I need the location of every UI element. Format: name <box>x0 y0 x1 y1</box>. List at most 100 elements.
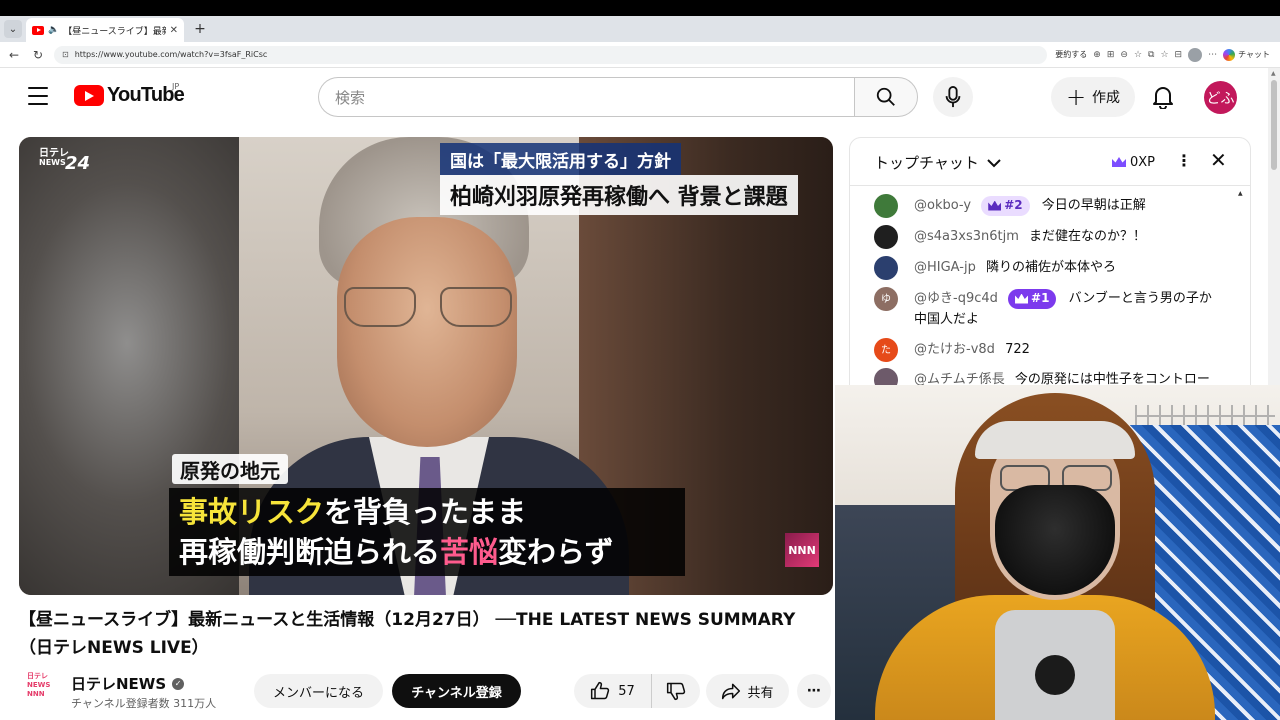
favorites-list-icon[interactable]: ☆ <box>1160 50 1168 60</box>
back-arrow-icon[interactable]: ← <box>6 47 22 63</box>
video-title: 【昼ニュースライブ】最新ニュースと生活情報（12月27日） ──THE LATE… <box>19 610 796 658</box>
chat-scroll-up-icon[interactable]: ▲ <box>1238 190 1243 197</box>
verified-check-icon: ✓ <box>172 677 185 690</box>
crown-icon <box>988 200 1002 211</box>
video-player[interactable]: 日テレ NEWS 24 国は「最大限活用する」方針 柏崎刈羽原発再稼働へ 背景と… <box>19 137 833 595</box>
caption-line1-rest: を背負ったまま <box>324 495 527 529</box>
copilot-chat-label: チャット <box>1238 50 1270 59</box>
favorite-star-icon[interactable]: ☆ <box>1134 50 1142 60</box>
share-label: 共有 <box>747 685 774 701</box>
chat-message[interactable]: @HIGA-jp 隣りの補佐が本体やろ <box>874 256 1214 280</box>
chat-author-name[interactable]: @ゆき-q9c4d <box>914 291 998 306</box>
close-icon[interactable]: ✕ <box>170 25 178 36</box>
caption-top-line2: 柏崎刈羽原発再稼働へ 背景と課題 <box>440 175 798 215</box>
copilot-icon <box>1223 48 1236 61</box>
chat-author-name[interactable]: @okbo-y <box>914 198 971 213</box>
caption-line2-start: 再稼働判断迫られる <box>179 535 441 569</box>
notifications-button[interactable] <box>1143 77 1183 117</box>
extensions-icon[interactable]: ⧉ <box>1148 50 1154 60</box>
chat-message-text: まだ健在なのか？！ <box>1029 229 1147 244</box>
chat-message[interactable]: た @たけお-v8d 722 <box>874 338 1214 362</box>
chat-author-name[interactable]: @s4a3xs3n6tjm <box>914 229 1019 244</box>
translate-icon[interactable]: ⊕ <box>1093 50 1101 60</box>
address-bar-actions: 要約する ⊕ ⊞ ⊖ ☆ ⧉ ☆ ⊟ ⋯ チャット <box>1055 47 1274 62</box>
chat-author-avatar[interactable] <box>874 256 898 280</box>
join-membership-button[interactable]: メンバーになる <box>254 674 383 708</box>
chat-author-avatar[interactable] <box>874 225 898 249</box>
read-mode-icon[interactable]: ⊞ <box>1107 50 1115 60</box>
channel-avatar[interactable]: 日テレ NEWS NNN <box>27 672 50 706</box>
browser-tab-strip: ⌄ 🔈 【昼ニュースライブ】最新ニュースと生 ✕ + <box>0 16 1280 42</box>
masthead: YouTube JP 検索 + 作成 どふ <box>0 68 1270 126</box>
speaker-icon[interactable]: 🔈 <box>48 25 59 35</box>
summarize-button[interactable]: 要約する <box>1055 49 1087 60</box>
like-dislike-group: 57 <box>574 674 700 708</box>
tab-list-button[interactable]: ⌄ <box>4 20 22 38</box>
scroll-up-icon[interactable]: ▲ <box>1271 70 1276 77</box>
url-field[interactable]: ⊡ https://www.youtube.com/watch?v=3fsaF_… <box>54 45 1048 64</box>
search-bar: 検索 <box>318 77 918 117</box>
chat-message[interactable]: @s4a3xs3n6tjm まだ健在なのか？！ <box>874 225 1214 249</box>
more-actions-button[interactable]: ⋯ <box>797 674 831 708</box>
chat-author-name[interactable]: @たけお-v8d <box>914 342 995 357</box>
close-chat-icon[interactable]: ✕ <box>1210 148 1227 172</box>
voice-search-button[interactable] <box>933 77 973 117</box>
chat-message-text: 今日の早朝は正解 <box>1041 198 1146 213</box>
youtube-logo[interactable]: YouTube <box>74 84 185 107</box>
chat-rank-badge: #1 <box>1008 288 1057 309</box>
subscribe-button[interactable]: チャンネル登録 <box>392 674 521 708</box>
xp-label: 0XP <box>1130 154 1156 170</box>
bell-icon <box>1153 87 1173 109</box>
chat-message-text: 722 <box>1005 342 1030 357</box>
xp-badge[interactable]: 0XP <box>1106 151 1161 173</box>
caption-main: 事故リスク を背負ったまま 再稼働判断迫られる 苦悩 変わらず <box>169 488 685 576</box>
chevron-down-icon <box>987 158 1001 167</box>
scrollbar-thumb[interactable] <box>1271 80 1277 170</box>
dislike-button[interactable] <box>652 674 700 708</box>
share-button[interactable]: 共有 <box>706 674 789 708</box>
chat-author-avatar[interactable]: ゆ <box>874 287 898 311</box>
video-owner-row: 日テレ NEWS NNN 日テレNEWS ✓ チャンネル登録者数 311万人 メ… <box>19 668 839 716</box>
caption-line2-highlight: 苦悩 <box>440 535 499 569</box>
ntv-news24-logo: 日テレ NEWS 24 <box>39 148 91 174</box>
chat-author-avatar[interactable] <box>874 194 898 218</box>
tab-title: 【昼ニュースライブ】最新ニュースと生 <box>63 26 165 37</box>
chat-message[interactable]: ゆ @ゆき-q9c4d #1 バンブーと言う男の子か中国人だよ <box>874 287 1214 330</box>
thumbs-up-icon <box>591 681 610 700</box>
browser-profile-avatar[interactable] <box>1188 47 1203 62</box>
chat-mode-dropdown[interactable]: トップチャット <box>874 152 1001 173</box>
chat-mode-label: トップチャット <box>874 154 979 172</box>
subscriber-count: チャンネル登録者数 311万人 <box>71 697 217 710</box>
menu-icon[interactable] <box>28 87 48 105</box>
browser-tab-active[interactable]: 🔈 【昼ニュースライブ】最新ニュースと生 ✕ <box>26 18 184 42</box>
reload-icon[interactable]: ↻ <box>30 47 46 63</box>
channel-name-row: 日テレNEWS ✓ <box>71 673 185 694</box>
chat-options-icon[interactable]: ⋮ <box>1176 151 1192 170</box>
collections-icon[interactable]: ⊟ <box>1175 50 1183 60</box>
account-avatar[interactable]: どふ <box>1204 81 1237 114</box>
new-tab-button[interactable]: + <box>190 19 210 39</box>
create-label: 作成 <box>1092 90 1121 106</box>
youtube-favicon-icon <box>32 25 44 35</box>
chat-author-avatar[interactable]: た <box>874 338 898 362</box>
browser-menu-icon[interactable]: ⋯ <box>1208 50 1217 60</box>
search-input[interactable]: 検索 <box>318 77 854 117</box>
chat-rank-badge: #2 <box>981 195 1030 216</box>
plus-icon: + <box>1065 83 1087 111</box>
caption-line2-end: 変わらず <box>498 535 614 569</box>
chat-header: トップチャット 0XP ⋮ ✕ <box>850 138 1250 186</box>
copilot-chat-button[interactable]: チャット <box>1223 48 1274 61</box>
like-button[interactable]: 57 <box>574 674 652 708</box>
url-text: https://www.youtube.com/watch?v=3fsaF_Ri… <box>74 50 268 59</box>
site-info-icon[interactable]: ⊡ <box>62 50 69 59</box>
nnn-logo: NNN <box>785 533 819 567</box>
chat-author-name[interactable]: @HIGA-jp <box>914 260 976 275</box>
chat-message-text: 隣りの補佐が本体やろ <box>986 260 1117 275</box>
caption-line1-highlight: 事故リスク <box>179 495 325 529</box>
address-bar: ← ↻ ⊡ https://www.youtube.com/watch?v=3f… <box>0 42 1280 68</box>
channel-name[interactable]: 日テレNEWS <box>71 673 166 694</box>
chat-message[interactable]: @okbo-y #2 今日の早朝は正解 <box>874 194 1214 218</box>
search-button[interactable] <box>854 77 918 117</box>
zoom-icon[interactable]: ⊖ <box>1120 50 1128 60</box>
create-button[interactable]: + 作成 <box>1051 77 1135 117</box>
